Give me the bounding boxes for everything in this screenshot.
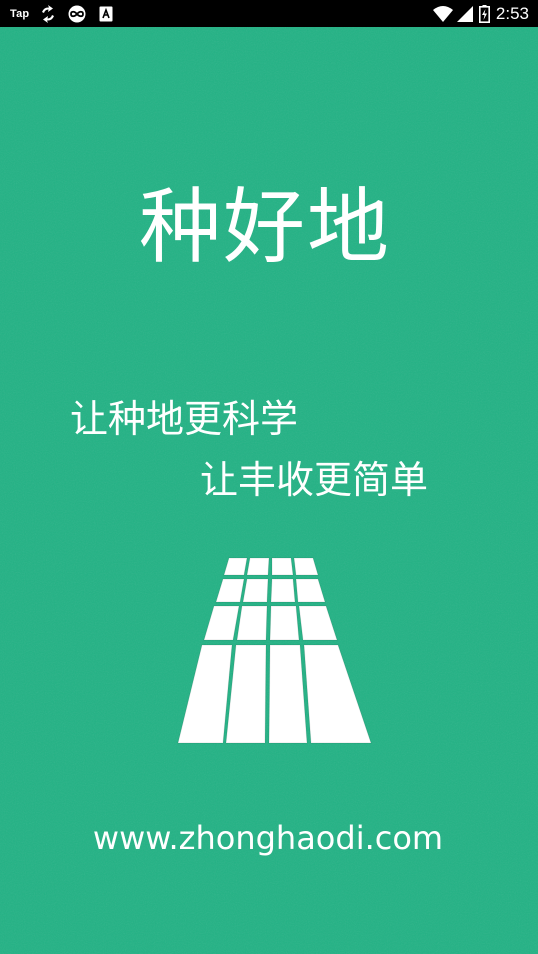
- app-title: 种好地: [138, 180, 391, 275]
- status-bar-left: Tap: [10, 0, 113, 27]
- sync-icon: [39, 4, 57, 23]
- farmland-rows-icon: [177, 557, 372, 744]
- tap-app-label: Tap: [10, 7, 30, 20]
- infinity-loop-icon: [67, 5, 87, 23]
- website-url: www.zhonghaodi.com: [92, 819, 444, 857]
- battery-charging-icon: [478, 4, 490, 23]
- wifi-icon: [432, 5, 453, 22]
- cell-signal-icon: [456, 5, 473, 22]
- slogan-line-2: 让丰收更简单: [200, 458, 429, 502]
- slogan-line-1: 让种地更科学: [70, 397, 299, 441]
- splash-screen: 种好地 让种地更科学 让丰收更简单 www.zhonghaodi.com: [0, 27, 538, 954]
- text-a-icon: [99, 6, 113, 22]
- status-bar-right: 2:53: [432, 0, 529, 27]
- status-bar: Tap 2:53: [0, 0, 538, 27]
- status-time: 2:53: [495, 3, 529, 23]
